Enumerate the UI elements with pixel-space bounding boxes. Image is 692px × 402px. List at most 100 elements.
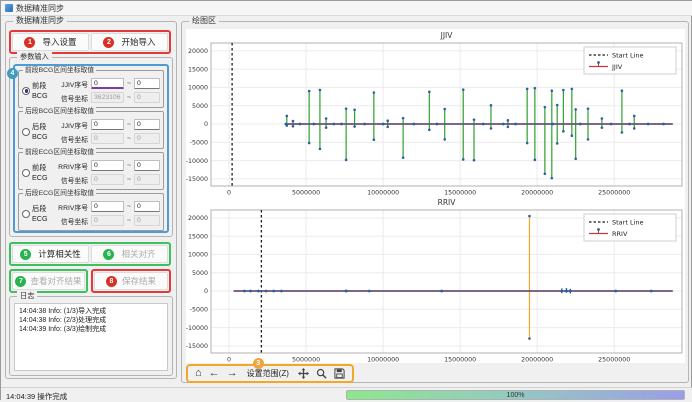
correlation-align-label: 相关对齐 xyxy=(121,248,155,260)
tilde: ~ xyxy=(127,135,131,142)
progress-bar: 100% xyxy=(346,390,685,400)
param-input-group: 参数输入 4 前段BCG区间坐标取值 前段BCG JJIV序号 ~ xyxy=(9,57,173,237)
app-icon xyxy=(5,4,13,12)
step-6-badge: 6 xyxy=(103,249,114,260)
view-align-result-button[interactable]: 7 查看对齐结果 xyxy=(12,272,85,290)
front-bcg-radio[interactable] xyxy=(22,87,30,95)
front-ecg-signal-from-input xyxy=(91,174,124,185)
front-ecg-rriv-from-input[interactable] xyxy=(91,160,124,171)
step-1-badge: 1 xyxy=(24,37,35,48)
correlation-align-button[interactable]: 6 相关对齐 xyxy=(91,245,168,263)
save-icon[interactable] xyxy=(334,368,345,379)
front-bcg-section-title: 前段BCG区间坐标取值 xyxy=(23,66,96,75)
front-ecg-section: 前段ECG区间坐标取值 前段ECG RRIV序号 ~ xyxy=(18,152,164,190)
svg-text:0: 0 xyxy=(204,121,208,128)
svg-text:10000000: 10000000 xyxy=(367,357,399,364)
param-input-title: 参数输入 xyxy=(17,52,52,62)
svg-text:5000: 5000 xyxy=(192,103,208,110)
home-icon[interactable]: ⌂ xyxy=(195,368,202,379)
rriv-index-label: RRIV序号 xyxy=(55,161,88,171)
front-bcg-jjiv-to-input[interactable] xyxy=(134,78,160,89)
step-5-badge: 5 xyxy=(20,249,31,260)
jjiv-chart: 0500000010000000150000002000000025000000… xyxy=(186,29,685,196)
svg-text:-5000: -5000 xyxy=(190,306,208,313)
tilde: ~ xyxy=(127,162,131,169)
svg-text:20000: 20000 xyxy=(188,215,208,222)
tilde: ~ xyxy=(127,217,131,224)
tilde: ~ xyxy=(127,203,131,210)
svg-text:JJIV: JJIV xyxy=(611,63,623,71)
rear-bcg-section: 后段BCG区间坐标取值 后段BCG JJIV序号 ~ xyxy=(18,111,164,149)
front-bcg-signal-to-input xyxy=(134,92,160,103)
plot-toolbar: ⌂ ← → 3 设置范围(Z) xyxy=(186,364,354,383)
rear-bcg-jjiv-from-input[interactable] xyxy=(91,119,124,130)
progress-label: 100% xyxy=(507,392,525,399)
step-3-badge: 3 xyxy=(253,358,264,369)
svg-text:10000: 10000 xyxy=(188,85,208,92)
front-ecg-section-title: 前段ECG区间坐标取值 xyxy=(23,148,96,157)
front-bcg-jjiv-from-input[interactable] xyxy=(91,78,124,89)
rear-ecg-section: 后段ECG区间坐标取值 后段ECG RRIV序号 ~ xyxy=(18,193,164,231)
svg-text:-5000: -5000 xyxy=(190,139,208,146)
rear-ecg-rriv-to-input[interactable] xyxy=(134,201,160,212)
svg-text:0: 0 xyxy=(227,357,231,364)
front-ecg-signal-to-input xyxy=(134,174,160,185)
forward-icon[interactable]: → xyxy=(227,368,238,379)
svg-text:15000000: 15000000 xyxy=(444,357,476,364)
signal-coord-label: 信号坐标 xyxy=(55,216,88,226)
rear-ecg-rriv-from-input[interactable] xyxy=(91,201,124,212)
log-output[interactable]: 14:04:38 Info: (1/3)导入完成 14:04:38 Info: … xyxy=(14,303,168,371)
rriv-index-label: RRIV序号 xyxy=(55,202,88,212)
log-group-title: 日志 xyxy=(17,291,37,301)
save-result-button[interactable]: 8 保存结果 xyxy=(94,272,168,290)
sync-panel-title: 数据精准同步 xyxy=(13,16,67,26)
rear-bcg-signal-from-input xyxy=(91,133,124,144)
svg-text:-15000: -15000 xyxy=(186,343,208,350)
svg-text:Start Line: Start Line xyxy=(612,52,644,60)
svg-text:JJIV: JJIV xyxy=(440,31,454,40)
svg-text:5000: 5000 xyxy=(192,270,208,277)
front-ecg-rriv-to-input[interactable] xyxy=(134,160,160,171)
step-2-badge: 2 xyxy=(103,37,114,48)
svg-text:5000000: 5000000 xyxy=(292,357,320,364)
rear-bcg-radio[interactable] xyxy=(22,128,30,136)
svg-text:10000: 10000 xyxy=(188,252,208,259)
param-annotation-box: 4 前段BCG区间坐标取值 前段BCG JJIV序号 ~ xyxy=(13,64,169,233)
svg-text:-10000: -10000 xyxy=(186,158,208,165)
signal-coord-label: 信号坐标 xyxy=(55,93,88,103)
set-range-button[interactable]: 3 设置范围(Z) xyxy=(245,367,291,380)
import-settings-button[interactable]: 1 导入设置 xyxy=(12,33,89,51)
start-import-button[interactable]: 2 开始导入 xyxy=(91,33,168,51)
save-annotation-box: 8 保存结果 xyxy=(91,269,171,293)
save-result-label: 保存结果 xyxy=(122,275,156,287)
step-8-badge: 8 xyxy=(106,276,117,287)
rear-ecg-signal-from-input xyxy=(91,215,124,226)
log-line: 14:04:38 Info: (1/3)导入完成 xyxy=(19,307,163,316)
plot-panel-title: 绘图区 xyxy=(189,16,219,26)
signal-coord-label: 信号坐标 xyxy=(55,134,88,144)
rear-bcg-signal-to-input xyxy=(134,133,160,144)
jjiv-index-label: JJIV序号 xyxy=(55,120,88,130)
sync-panel: 数据精准同步 1 导入设置 2 开始导入 参数输入 4 前段BCG区间坐标取值 … xyxy=(5,21,177,379)
statusbar: 14:04:39 操作完成 100% xyxy=(1,387,692,401)
back-icon[interactable]: ← xyxy=(209,368,220,379)
svg-text:RRIV: RRIV xyxy=(612,230,628,238)
rear-ecg-radio[interactable] xyxy=(22,210,30,218)
svg-text:Start Line: Start Line xyxy=(612,219,644,227)
svg-text:RRIV: RRIV xyxy=(438,198,457,207)
front-ecg-radio[interactable] xyxy=(22,169,30,177)
rear-bcg-jjiv-to-input[interactable] xyxy=(134,119,160,130)
svg-text:25000000: 25000000 xyxy=(598,357,630,364)
zoom-icon[interactable] xyxy=(316,368,327,379)
status-message: 14:04:39 操作完成 xyxy=(6,391,67,402)
pan-icon[interactable] xyxy=(298,368,309,379)
tilde: ~ xyxy=(127,80,131,87)
rear-ecg-signal-to-input xyxy=(134,215,160,226)
svg-text:20000: 20000 xyxy=(188,48,208,55)
step-7-badge: 7 xyxy=(15,276,26,287)
tilde: ~ xyxy=(127,176,131,183)
log-line: 14:04:38 Info: (2/3)处理完成 xyxy=(19,316,163,325)
compute-correlation-button[interactable]: 5 计算相关性 xyxy=(12,245,89,263)
front-bcg-section: 前段BCG区间坐标取值 前段BCG JJIV序号 ~ xyxy=(18,70,164,108)
log-line: 14:04:39 Info: (3/3)绘制完成 xyxy=(19,325,163,334)
